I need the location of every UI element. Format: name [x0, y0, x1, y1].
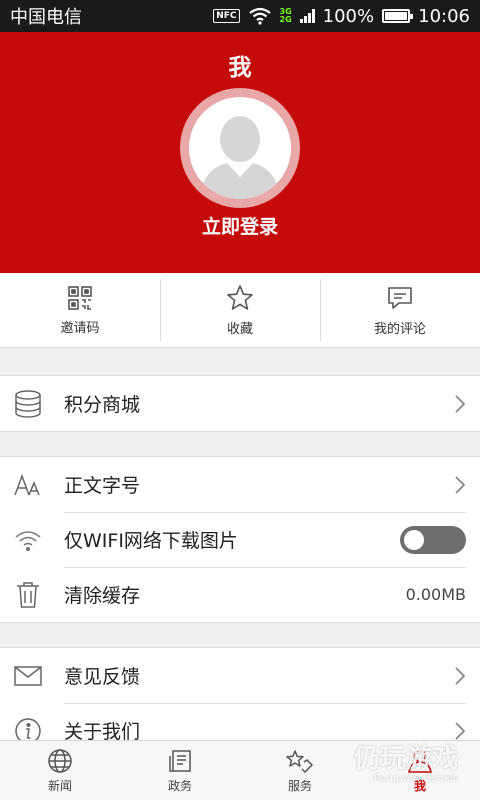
- service-icon: [286, 749, 314, 773]
- login-link[interactable]: 立即登录: [0, 212, 480, 239]
- clear-cache-row[interactable]: 清除缓存 0.00MB: [0, 567, 480, 622]
- favorites-button[interactable]: 收藏: [160, 273, 320, 347]
- network-type: 3G 2G: [280, 8, 292, 24]
- favorites-label: 收藏: [226, 321, 253, 337]
- watermark-sub: Rengwan Games: [373, 773, 458, 784]
- font-size-row[interactable]: 正文字号: [0, 457, 480, 512]
- tab-government[interactable]: 政务: [120, 741, 240, 800]
- mail-icon: [14, 665, 42, 686]
- reading-group: 正文字号 仅WIFI网络下载图片 清除缓存 0.00MB: [0, 456, 480, 623]
- tab-service-label: 服务: [287, 778, 312, 793]
- font-size-icon: [14, 473, 40, 495]
- chevron-right-icon: [455, 666, 466, 685]
- document-icon: [169, 749, 191, 772]
- default-avatar-icon: [199, 116, 281, 199]
- clock: 10:06: [418, 5, 470, 27]
- wifi-only-row: 仅WIFI网络下载图片: [0, 512, 480, 567]
- watermark-text: 仍玩游戏: [353, 744, 458, 774]
- signal-icon: [299, 9, 315, 23]
- profile-header: 我 立即登录: [0, 32, 480, 273]
- points-mall-label: 积分商城: [64, 394, 141, 416]
- comment-icon: [388, 286, 412, 309]
- mall-group: 积分商城: [0, 375, 480, 432]
- tab-service[interactable]: 服务: [240, 741, 360, 800]
- nfc-icon: NFC: [213, 9, 240, 23]
- chevron-right-icon: [455, 475, 466, 494]
- chevron-right-icon: [455, 394, 466, 413]
- clear-cache-label: 清除缓存: [64, 585, 141, 607]
- watermark: 仍玩游戏 Rengwan Games: [354, 738, 458, 784]
- battery-icon: [382, 9, 414, 23]
- star-icon: [227, 284, 253, 310]
- tab-news[interactable]: 新闻: [0, 741, 120, 800]
- database-icon: [15, 389, 41, 418]
- cache-size-value: 0.00MB: [405, 585, 466, 604]
- tab-news-label: 新闻: [47, 778, 72, 793]
- network-2g: 2G: [279, 15, 292, 24]
- feedback-label: 意见反馈: [64, 666, 141, 688]
- page-title: 我: [228, 55, 252, 81]
- font-size-label: 正文字号: [64, 475, 141, 497]
- battery-percent: 100%: [322, 5, 375, 27]
- status-bar: 中国电信 NFC 3G 2G 100% 10:06: [0, 0, 480, 32]
- my-comments-label: 我的评论: [373, 321, 426, 337]
- wifi-icon: [248, 7, 271, 25]
- points-mall-row[interactable]: 积分商城: [0, 376, 480, 431]
- quick-actions: 邀请码 收藏 我的评论: [0, 273, 480, 348]
- wifi-only-label: 仅WIFI网络下载图片: [64, 530, 238, 552]
- avatar[interactable]: [180, 88, 300, 208]
- carrier-label: 中国电信: [10, 7, 82, 28]
- qrcode-icon: [68, 285, 92, 310]
- feedback-row[interactable]: 意见反馈: [0, 648, 480, 703]
- my-comments-button[interactable]: 我的评论: [320, 273, 480, 347]
- invite-code-label: 邀请码: [60, 320, 100, 336]
- globe-icon: [48, 748, 72, 773]
- invite-code-button[interactable]: 邀请码: [0, 273, 160, 347]
- trash-icon: [17, 581, 39, 608]
- tab-government-label: 政务: [167, 778, 192, 793]
- wifi-setting-icon: [15, 530, 41, 551]
- wifi-only-toggle[interactable]: [400, 525, 466, 554]
- toggle-knob: [404, 529, 424, 550]
